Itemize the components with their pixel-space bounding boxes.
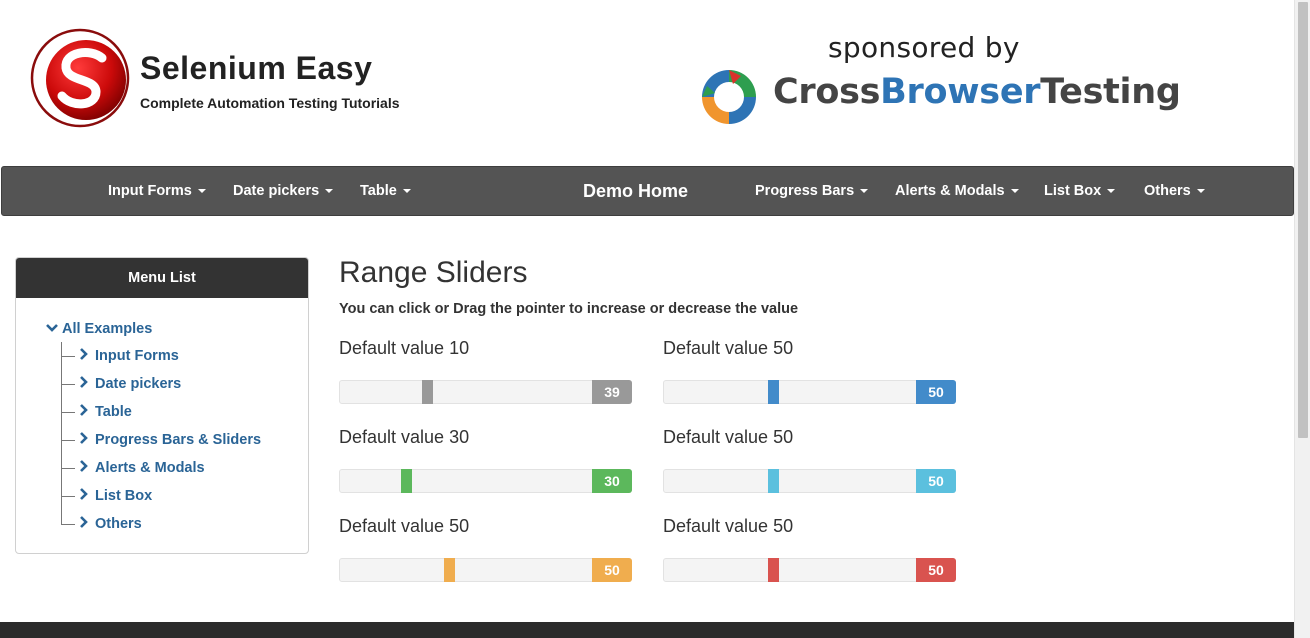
slider-handle[interactable] — [768, 380, 779, 404]
chevron-down-icon — [46, 319, 62, 339]
tree-all-examples[interactable]: All Examples — [46, 319, 152, 339]
chevron-right-icon — [79, 430, 95, 450]
sponsor-name[interactable]: CrossBrowserTesting — [773, 72, 1181, 112]
slider-value-badge: 50 — [592, 558, 632, 582]
tree-all-examples-label: All Examples — [62, 321, 153, 337]
slider-handle[interactable] — [444, 558, 455, 582]
menu-list-panel: Menu List All Examples Input Forms Date … — [15, 257, 309, 554]
nav-alerts-modals-label: Alerts & Modals — [895, 183, 1005, 199]
slider-label: Default value 30 — [339, 427, 470, 447]
caret-down-icon — [197, 189, 206, 194]
caret-down-icon — [1010, 189, 1019, 194]
caret-down-icon — [1107, 189, 1116, 194]
nav-input-forms-label: Input Forms — [108, 183, 192, 199]
main-navbar: Input Forms Date pickers Table Demo Home… — [1, 166, 1294, 216]
page-footer — [0, 622, 1294, 638]
sidebar-item-list-box[interactable]: List Box — [61, 486, 152, 506]
selenium-easy-logo-icon[interactable] — [30, 28, 130, 128]
chevron-right-icon — [79, 486, 95, 506]
scrollbar-thumb[interactable] — [1298, 2, 1308, 438]
nav-demo-home[interactable]: Demo Home — [583, 167, 688, 215]
sidebar-item-label: Alerts & Modals — [95, 460, 205, 476]
nav-date-pickers-label: Date pickers — [233, 183, 320, 199]
sidebar-item-alerts-modals[interactable]: Alerts & Modals — [61, 458, 205, 478]
sidebar-item-progress-bars-sliders[interactable]: Progress Bars & Sliders — [61, 430, 261, 450]
sidebar-item-label: Progress Bars & Sliders — [95, 432, 262, 448]
nav-date-pickers[interactable]: Date pickers — [233, 167, 334, 215]
nav-table[interactable]: Table — [360, 167, 411, 215]
slider-value-badge: 39 — [592, 380, 632, 404]
range-slider-track[interactable]: 50 — [663, 380, 956, 404]
chevron-right-icon — [79, 458, 95, 478]
sidebar-item-input-forms[interactable]: Input Forms — [61, 346, 179, 366]
chevron-right-icon — [79, 374, 95, 394]
menu-list-title: Menu List — [16, 258, 308, 298]
slider-label: Default value 50 — [663, 427, 794, 447]
crossbrowsertesting-logo-icon[interactable] — [697, 66, 761, 128]
nav-table-label: Table — [360, 183, 397, 199]
slider-handle[interactable] — [768, 469, 779, 493]
slider-handle[interactable] — [768, 558, 779, 582]
slider-handle[interactable] — [401, 469, 412, 493]
sidebar-item-label: Others — [95, 516, 142, 532]
range-slider-track[interactable]: 50 — [663, 469, 956, 493]
sponsor-name-part3: Testing — [1040, 72, 1181, 112]
sponsor-name-part2: Browser — [880, 72, 1041, 112]
caret-down-icon — [402, 189, 411, 194]
chevron-right-icon — [79, 346, 95, 366]
sponsor-name-part1: Cross — [773, 72, 881, 112]
nav-progress-bars[interactable]: Progress Bars — [755, 167, 869, 215]
slider-value-badge: 30 — [592, 469, 632, 493]
slider-label: Default value 50 — [339, 516, 470, 536]
nav-progress-bars-label: Progress Bars — [755, 183, 855, 199]
nav-others[interactable]: Others — [1144, 167, 1205, 215]
nav-alerts-modals[interactable]: Alerts & Modals — [895, 167, 1019, 215]
caret-down-icon — [1196, 189, 1205, 194]
page-subtitle: You can click or Drag the pointer to inc… — [339, 301, 799, 317]
sidebar-item-label: Table — [95, 404, 132, 420]
site-tagline: Complete Automation Testing Tutorials — [140, 95, 400, 111]
slider-handle[interactable] — [422, 380, 433, 404]
sidebar-item-others[interactable]: Others — [61, 514, 142, 534]
sidebar-item-label: List Box — [95, 488, 153, 504]
sidebar-item-label: Date pickers — [95, 376, 182, 392]
range-slider-track[interactable]: 30 — [339, 469, 632, 493]
slider-label: Default value 10 — [339, 338, 470, 358]
nav-others-label: Others — [1144, 183, 1191, 199]
slider-label: Default value 50 — [663, 516, 794, 536]
chevron-right-icon — [79, 402, 95, 422]
nav-list-box[interactable]: List Box — [1044, 167, 1116, 215]
range-slider-track[interactable]: 39 — [339, 380, 632, 404]
sidebar-item-date-pickers[interactable]: Date pickers — [61, 374, 181, 394]
page-scrollbar[interactable] — [1294, 0, 1310, 638]
slider-label: Default value 50 — [663, 338, 794, 358]
sidebar-item-table[interactable]: Table — [61, 402, 132, 422]
caret-down-icon — [325, 189, 334, 194]
sponsor-text: sponsored by — [828, 31, 1020, 64]
site-title[interactable]: Selenium Easy — [140, 50, 372, 87]
range-slider-track[interactable]: 50 — [339, 558, 632, 582]
nav-list-box-label: List Box — [1044, 183, 1102, 199]
nav-input-forms[interactable]: Input Forms — [108, 167, 206, 215]
chevron-right-icon — [79, 514, 95, 534]
slider-value-badge: 50 — [916, 469, 956, 493]
slider-value-badge: 50 — [916, 558, 956, 582]
range-slider-track[interactable]: 50 — [663, 558, 956, 582]
caret-down-icon — [860, 189, 869, 194]
sidebar-item-label: Input Forms — [95, 348, 179, 364]
slider-value-badge: 50 — [916, 380, 956, 404]
page-title: Range Sliders — [339, 256, 528, 289]
